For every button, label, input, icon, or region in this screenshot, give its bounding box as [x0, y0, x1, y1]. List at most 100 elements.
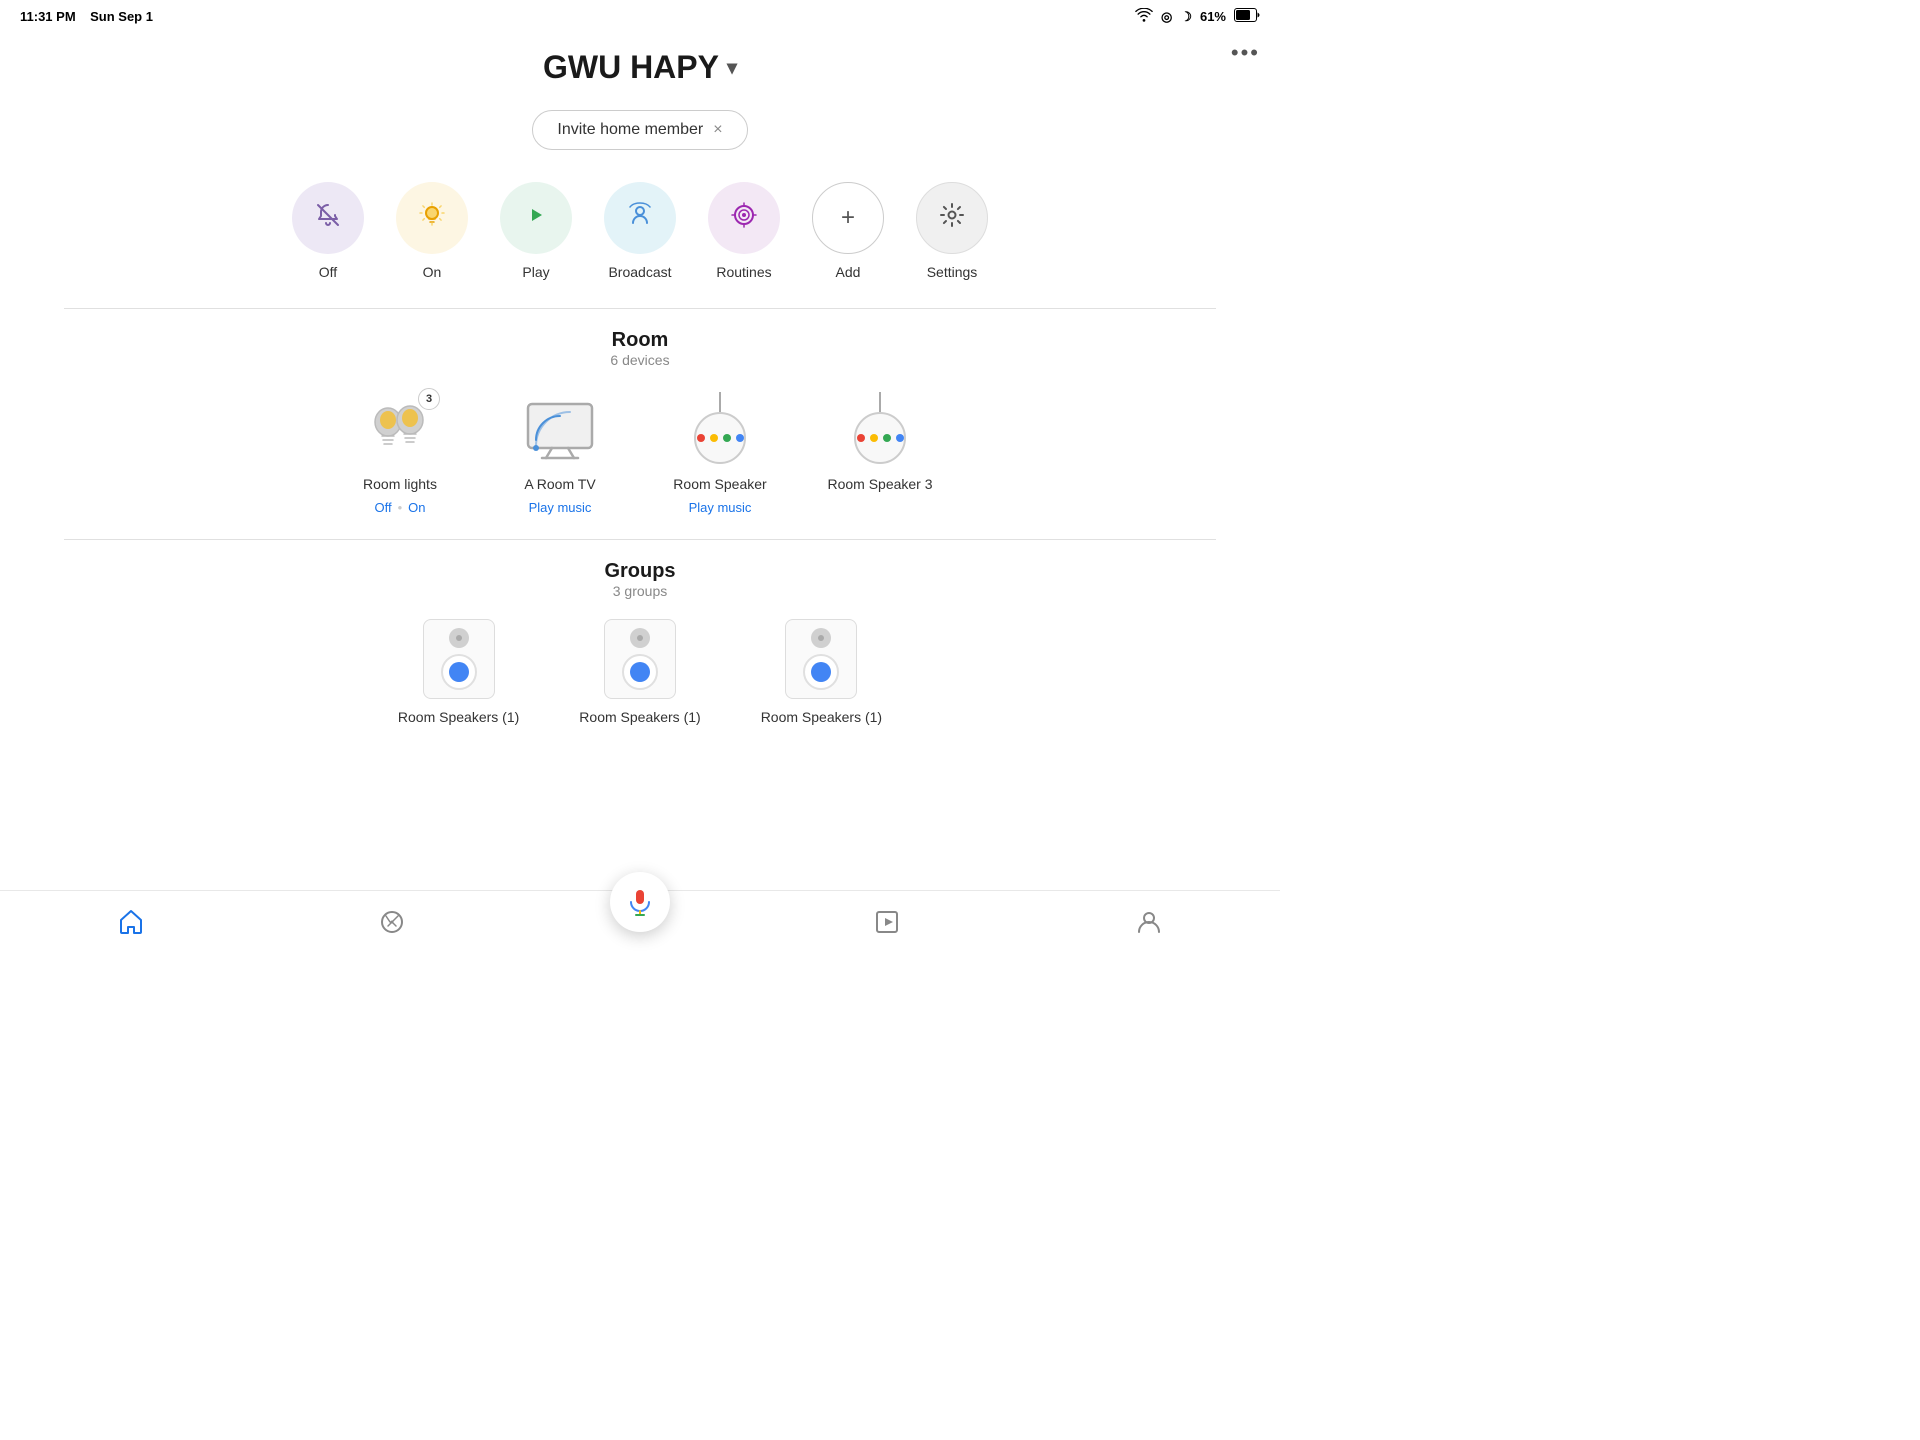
dot-red — [697, 434, 705, 442]
device-room-speaker-3[interactable]: Room Speaker 3 — [820, 388, 940, 515]
group-2[interactable]: Room Speakers (1) — [579, 619, 700, 725]
group-1-icon — [423, 619, 495, 699]
room-speaker-icon-wrapper — [680, 388, 760, 468]
home-name-label: GWU HAPY — [543, 49, 719, 86]
room-lights-on-btn[interactable]: On — [408, 500, 425, 515]
account-nav-icon — [1136, 909, 1162, 942]
group-2-name: Room Speakers (1) — [579, 709, 700, 725]
room-lights-name: Room lights — [363, 476, 437, 492]
routines-icon — [730, 201, 758, 236]
nav-discover[interactable] — [359, 901, 425, 950]
action-off-circle — [292, 182, 364, 254]
group-3[interactable]: Room Speakers (1) — [761, 619, 882, 725]
dot-3-green — [883, 434, 891, 442]
more-options-button[interactable]: ••• — [1231, 40, 1260, 66]
group-1-name: Room Speakers (1) — [398, 709, 519, 725]
group-3-blue-dot — [811, 662, 831, 682]
battery-level: 61% — [1200, 9, 1226, 24]
invite-label: Invite home member — [557, 121, 703, 139]
main-content: GWU HAPY ▾ Invite home member × Off — [0, 29, 1280, 725]
groups-section-subtitle: 3 groups — [60, 583, 1220, 599]
action-broadcast[interactable]: Broadcast — [604, 182, 676, 280]
device-room-tv[interactable]: A Room TV Play music — [500, 388, 620, 515]
action-routines-label: Routines — [716, 264, 771, 280]
speaker-3-stand — [879, 392, 881, 412]
room-tv-action[interactable]: Play music — [529, 500, 592, 515]
room-lights-off-btn[interactable]: Off — [374, 500, 391, 515]
dot-3-yellow — [870, 434, 878, 442]
status-time-date: 11:31 PM Sun Sep 1 — [20, 9, 153, 24]
room-speaker-name: Room Speaker — [673, 476, 766, 492]
action-add[interactable]: + Add — [812, 182, 884, 280]
nav-home[interactable] — [98, 901, 164, 950]
room-section-subtitle: 6 devices — [60, 352, 1220, 368]
group-2-speaker-bottom — [622, 654, 658, 690]
nav-account[interactable] — [1116, 901, 1182, 950]
groups-section-title: Groups — [60, 560, 1220, 583]
room-speaker-3-icon-wrapper — [840, 388, 920, 468]
group-1[interactable]: Room Speakers (1) — [398, 619, 519, 725]
status-bar: 11:31 PM Sun Sep 1 ◎ ☽ 61% — [0, 0, 1280, 29]
device-room-lights[interactable]: 3 Room lights Off • On — [340, 388, 460, 515]
action-off[interactable]: Off — [292, 182, 364, 280]
location-icon: ◎ — [1161, 9, 1172, 25]
invite-home-member-button[interactable]: Invite home member × — [532, 110, 747, 150]
action-settings[interactable]: Settings — [916, 182, 988, 280]
bell-off-icon — [314, 201, 342, 236]
mic-fab-button[interactable] — [610, 872, 670, 932]
speaker-dots — [697, 434, 744, 442]
action-add-circle: + — [812, 182, 884, 254]
group-2-speaker-top — [630, 628, 650, 648]
gear-icon — [939, 202, 965, 235]
action-settings-circle — [916, 182, 988, 254]
action-on[interactable]: On — [396, 182, 468, 280]
group-2-icon — [604, 619, 676, 699]
groups-grid: Room Speakers (1) Room Speakers (1) — [60, 619, 1220, 725]
moon-icon: ☽ — [1180, 9, 1192, 25]
action-routines-circle — [708, 182, 780, 254]
media-nav-icon — [875, 909, 901, 942]
action-routines[interactable]: Routines — [708, 182, 780, 280]
group-3-speaker-bottom — [803, 654, 839, 690]
section-divider-1 — [64, 308, 1216, 309]
action-on-label: On — [423, 264, 442, 280]
home-dropdown-arrow[interactable]: ▾ — [727, 55, 737, 80]
speaker-icon-container — [694, 392, 746, 464]
dot-yellow — [710, 434, 718, 442]
music-play-icon — [522, 201, 550, 236]
plus-icon: + — [841, 204, 855, 232]
dot-blue — [736, 434, 744, 442]
broadcast-icon — [625, 201, 655, 236]
action-settings-label: Settings — [927, 264, 978, 280]
group-1-speaker-bottom — [441, 654, 477, 690]
section-divider-2 — [64, 539, 1216, 540]
speaker-3-body — [854, 412, 906, 464]
room-speaker-action[interactable]: Play music — [689, 500, 752, 515]
room-section: Room 6 devices 3 — [0, 329, 1280, 531]
room-tv-name: A Room TV — [524, 476, 595, 492]
action-on-circle — [396, 182, 468, 254]
device-grid: 3 Room lights Off • On — [60, 388, 1220, 515]
room-lights-icon-wrapper: 3 — [360, 388, 440, 468]
speaker-3-icon-container — [854, 392, 906, 464]
home-nav-icon — [118, 909, 144, 942]
device-room-speaker[interactable]: Room Speaker Play music — [660, 388, 780, 515]
group-2-blue-dot — [630, 662, 650, 682]
room-lights-badge: 3 — [418, 388, 440, 410]
dot-green — [723, 434, 731, 442]
bulb-on-icon — [418, 201, 446, 236]
group-3-name: Room Speakers (1) — [761, 709, 882, 725]
action-play[interactable]: Play — [500, 182, 572, 280]
invite-close-icon[interactable]: × — [713, 121, 722, 139]
action-broadcast-label: Broadcast — [608, 264, 671, 280]
home-title[interactable]: GWU HAPY ▾ — [543, 49, 737, 86]
groups-section: Groups 3 groups Room Speakers (1) — [0, 560, 1280, 725]
wifi-icon — [1135, 8, 1153, 25]
action-add-label: Add — [836, 264, 861, 280]
dot-3-blue — [896, 434, 904, 442]
group-3-icon — [785, 619, 857, 699]
discover-nav-icon — [379, 909, 405, 942]
nav-media-visible[interactable] — [855, 901, 921, 950]
room-tv-icon-wrapper — [520, 388, 600, 468]
dot-3-red — [857, 434, 865, 442]
